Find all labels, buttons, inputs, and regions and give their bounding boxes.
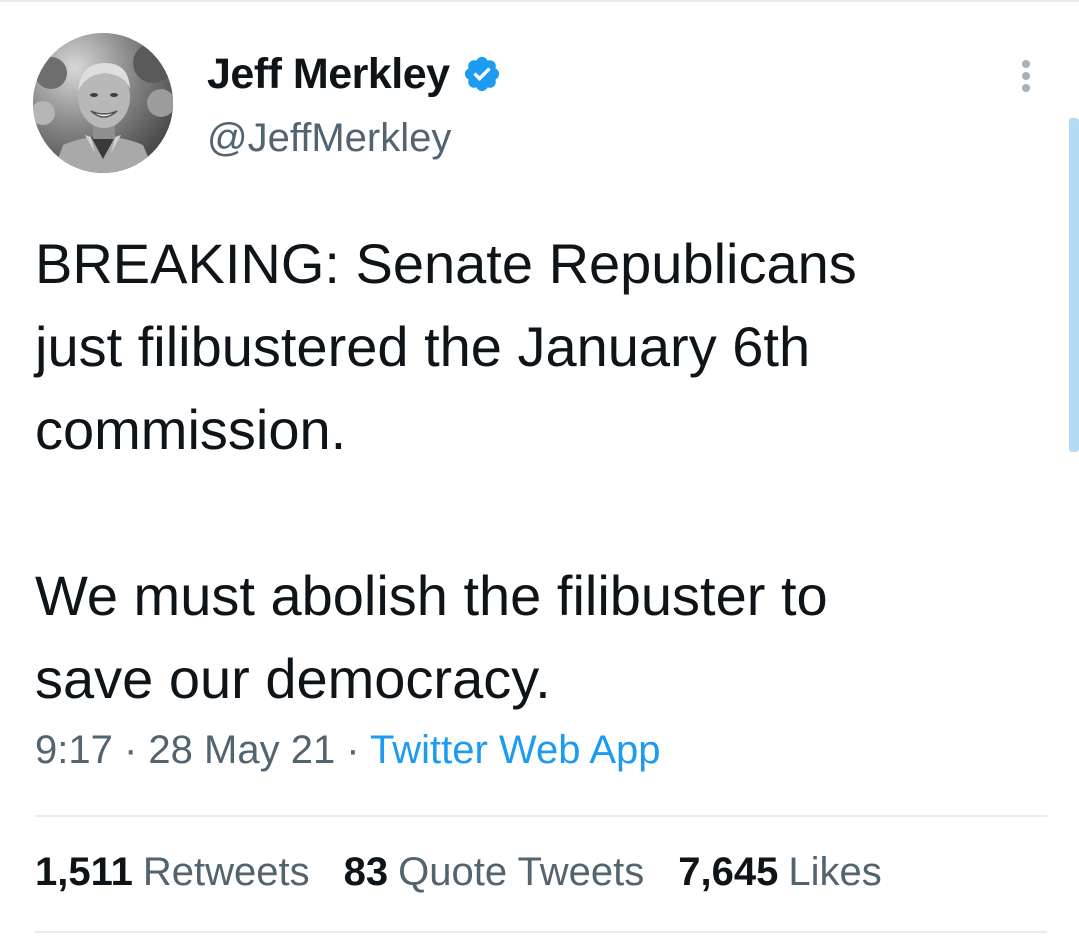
- retweets-count: 1,511: [35, 850, 133, 894]
- separator: ·: [112, 728, 149, 772]
- stats-bottom-divider: [35, 931, 1047, 933]
- likes-stat[interactable]: 7,645 Likes: [678, 850, 882, 895]
- avatar[interactable]: [33, 33, 173, 173]
- likes-count: 7,645: [678, 850, 779, 894]
- stats-top-divider: [35, 815, 1047, 817]
- scrollbar[interactable]: [1069, 118, 1079, 452]
- tweet-text: BREAKING: Senate Republicans just filibu…: [35, 222, 1045, 720]
- quote-tweets-label: Quote Tweets: [398, 850, 645, 894]
- retweets-label: Retweets: [142, 850, 310, 894]
- likes-label: Likes: [788, 850, 882, 894]
- tweet-text-line: commission.: [35, 398, 347, 461]
- retweets-stat[interactable]: 1,511 Retweets: [35, 850, 310, 895]
- author-handle[interactable]: @JeffMerkley: [207, 116, 451, 161]
- tweet-text-line: save our democracy.: [35, 647, 551, 710]
- quote-tweets-stat[interactable]: 83 Quote Tweets: [344, 850, 645, 895]
- tweet-text-line: BREAKING: Senate Republicans: [35, 232, 857, 295]
- author-name-row[interactable]: Jeff Merkley: [207, 46, 502, 102]
- more-vertical-icon[interactable]: [1012, 56, 1040, 96]
- separator: ·: [335, 728, 371, 772]
- tweet-source-link[interactable]: Twitter Web App: [370, 728, 661, 772]
- tweet-metadata: 9:17 · 28 May 21 · Twitter Web App: [35, 728, 661, 773]
- tweet-text-line: We must abolish the filibuster to: [35, 564, 828, 627]
- tweet-date[interactable]: 28 May 21: [148, 728, 335, 772]
- tweet-time[interactable]: 9:17: [35, 728, 113, 772]
- avatar-photo: [33, 33, 173, 173]
- tweet-detail: Jeff Merkley @JeffMerkley BREAKING: Sena…: [0, 0, 1079, 943]
- quote-tweets-count: 83: [343, 850, 389, 894]
- display-name[interactable]: Jeff Merkley: [207, 50, 450, 99]
- tweet-text-line: just filibustered the January 6th: [35, 315, 811, 378]
- tweet-stats: 1,511 Retweets 83 Quote Tweets 7,645 Likes: [35, 850, 882, 895]
- verified-badge-icon: [462, 54, 502, 94]
